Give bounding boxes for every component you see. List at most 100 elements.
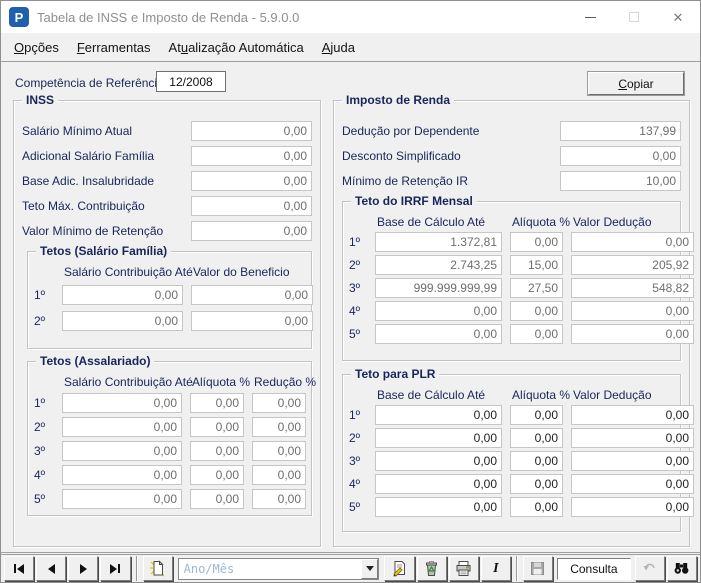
irrf-4-deducao-input[interactable] bbox=[571, 301, 694, 321]
app-icon-letter: P bbox=[15, 10, 24, 25]
irrf-3-deducao-input[interactable] bbox=[571, 278, 694, 298]
assal-3-salario-input[interactable] bbox=[62, 441, 182, 461]
plr-1-aliquota-input[interactable] bbox=[510, 405, 563, 425]
new-record-button[interactable] bbox=[143, 556, 173, 581]
plr-3-aliquota-input[interactable] bbox=[510, 451, 563, 471]
record-combo-dropdown-button[interactable] bbox=[361, 559, 378, 579]
adicional-salario-familia-input[interactable] bbox=[191, 146, 312, 166]
plr-1-base-input[interactable] bbox=[375, 405, 502, 425]
row-label: 3º bbox=[349, 281, 367, 295]
close-button[interactable]: ✕ bbox=[656, 1, 700, 33]
irrf-2-deducao-input[interactable] bbox=[571, 255, 694, 275]
menu-opcoes[interactable]: Opções bbox=[5, 35, 68, 60]
irrf-1-base-input[interactable] bbox=[375, 232, 502, 252]
irrf-4-aliquota-input[interactable] bbox=[510, 301, 563, 321]
tetos-assalariado-group: Tetos (Assalariado) Salário Contribuição… bbox=[27, 361, 312, 516]
salario-minimo-atual-input[interactable] bbox=[191, 121, 312, 141]
base-adic-insalubridade-input[interactable] bbox=[191, 171, 312, 191]
assal-1-aliquota-input[interactable] bbox=[190, 393, 244, 413]
menu-atualizacao-automatica[interactable]: Atualização Automática bbox=[160, 35, 313, 60]
record-combo[interactable]: Ano/Mês bbox=[178, 558, 380, 580]
irrf-2-aliquota-input[interactable] bbox=[510, 255, 563, 275]
assal-2-salario-input[interactable] bbox=[62, 417, 182, 437]
edit-record-button[interactable] bbox=[384, 556, 414, 581]
assal-5-salario-input[interactable] bbox=[62, 489, 182, 509]
irrf-3-aliquota-input[interactable] bbox=[510, 278, 563, 298]
plr-3-base-input[interactable] bbox=[375, 451, 502, 471]
plr-2-deducao-input[interactable] bbox=[571, 428, 694, 448]
irrf-4-base-input[interactable] bbox=[375, 301, 502, 321]
plr-5-aliquota-input[interactable] bbox=[510, 497, 563, 517]
assal-1-salario-input[interactable] bbox=[62, 393, 182, 413]
assal-3-reducao-input[interactable] bbox=[252, 441, 306, 461]
copiar-button[interactable]: Copiar bbox=[588, 72, 684, 95]
familia-2-beneficio-input[interactable] bbox=[191, 311, 313, 331]
row-label: 2º bbox=[349, 258, 367, 272]
first-record-button[interactable] bbox=[4, 556, 34, 581]
previous-record-button[interactable] bbox=[36, 556, 66, 581]
binoculars-icon bbox=[673, 560, 690, 577]
delete-record-button[interactable] bbox=[417, 556, 447, 581]
teto-irrf-title: Teto do IRRF Mensal bbox=[351, 194, 477, 208]
undo-button[interactable] bbox=[635, 556, 665, 581]
minimo-retencao-ir-input[interactable] bbox=[560, 171, 681, 191]
column-header: Valor do Beneficio bbox=[191, 265, 313, 279]
irrf-5-aliquota-input[interactable] bbox=[510, 324, 563, 344]
row-label: 4º bbox=[349, 304, 367, 318]
italic-button[interactable]: I bbox=[481, 556, 511, 581]
plr-2-aliquota-input[interactable] bbox=[510, 428, 563, 448]
teto-max-contribuicao-input[interactable] bbox=[191, 196, 312, 216]
row-label: 5º bbox=[349, 327, 367, 341]
menu-ajuda[interactable]: Ajuda bbox=[313, 35, 364, 60]
irrf-1-aliquota-input[interactable] bbox=[510, 232, 563, 252]
imposto-renda-group: Imposto de Renda Dedução por Dependente … bbox=[333, 100, 690, 547]
desconto-simplificado-input[interactable] bbox=[560, 146, 681, 166]
plr-5-base-input[interactable] bbox=[375, 497, 502, 517]
familia-1-beneficio-input[interactable] bbox=[191, 285, 313, 305]
assal-2-reducao-input[interactable] bbox=[252, 417, 306, 437]
plr-4-base-input[interactable] bbox=[375, 474, 502, 494]
last-record-button[interactable] bbox=[100, 556, 130, 581]
plr-1-deducao-input[interactable] bbox=[571, 405, 694, 425]
save-button[interactable] bbox=[523, 556, 553, 581]
row-label: 4º bbox=[34, 468, 54, 482]
window-title: Tabela de INSS e Imposto de Renda - 5.9.… bbox=[37, 10, 568, 25]
close-icon: ✕ bbox=[673, 11, 684, 24]
assal-5-reducao-input[interactable] bbox=[252, 489, 306, 509]
imposto-renda-fields: Dedução por Dependente Desconto Simplifi… bbox=[334, 101, 689, 191]
competencia-label: Competência de Referência bbox=[15, 76, 164, 90]
competencia-input[interactable] bbox=[156, 71, 226, 92]
valor-minimo-retencao-input[interactable] bbox=[191, 221, 312, 241]
toolbar-separator bbox=[136, 556, 138, 581]
irrf-2-base-input[interactable] bbox=[375, 255, 502, 275]
plr-4-deducao-input[interactable] bbox=[571, 474, 694, 494]
print-button[interactable] bbox=[449, 556, 479, 581]
assal-3-aliquota-input[interactable] bbox=[190, 441, 244, 461]
next-record-icon bbox=[80, 564, 87, 574]
plr-4-aliquota-input[interactable] bbox=[510, 474, 563, 494]
irrf-1-deducao-input[interactable] bbox=[571, 232, 694, 252]
next-record-button[interactable] bbox=[68, 556, 98, 581]
field-label: Teto Máx. Contribuição bbox=[22, 199, 191, 213]
assal-4-aliquota-input[interactable] bbox=[190, 465, 244, 485]
assal-1-reducao-input[interactable] bbox=[252, 393, 306, 413]
assal-5-aliquota-input[interactable] bbox=[190, 489, 244, 509]
maximize-button[interactable] bbox=[612, 1, 656, 33]
assal-4-salario-input[interactable] bbox=[62, 465, 182, 485]
familia-1-salario-input[interactable] bbox=[62, 285, 183, 305]
row-label: 5º bbox=[34, 492, 54, 506]
plr-5-deducao-input[interactable] bbox=[571, 497, 694, 517]
irrf-3-base-input[interactable] bbox=[375, 278, 502, 298]
familia-2-salario-input[interactable] bbox=[62, 311, 183, 331]
plr-2-base-input[interactable] bbox=[375, 428, 502, 448]
deducao-dependente-input[interactable] bbox=[560, 121, 681, 141]
plr-3-deducao-input[interactable] bbox=[571, 451, 694, 471]
field-row: Base Adic. Insalubridade bbox=[22, 171, 312, 191]
assal-2-aliquota-input[interactable] bbox=[190, 417, 244, 437]
minimize-button[interactable] bbox=[568, 1, 612, 33]
find-button[interactable] bbox=[667, 556, 697, 581]
irrf-5-base-input[interactable] bbox=[375, 324, 502, 344]
irrf-5-deducao-input[interactable] bbox=[571, 324, 694, 344]
assal-4-reducao-input[interactable] bbox=[252, 465, 306, 485]
menu-ferramentas[interactable]: Ferramentas bbox=[68, 35, 160, 60]
